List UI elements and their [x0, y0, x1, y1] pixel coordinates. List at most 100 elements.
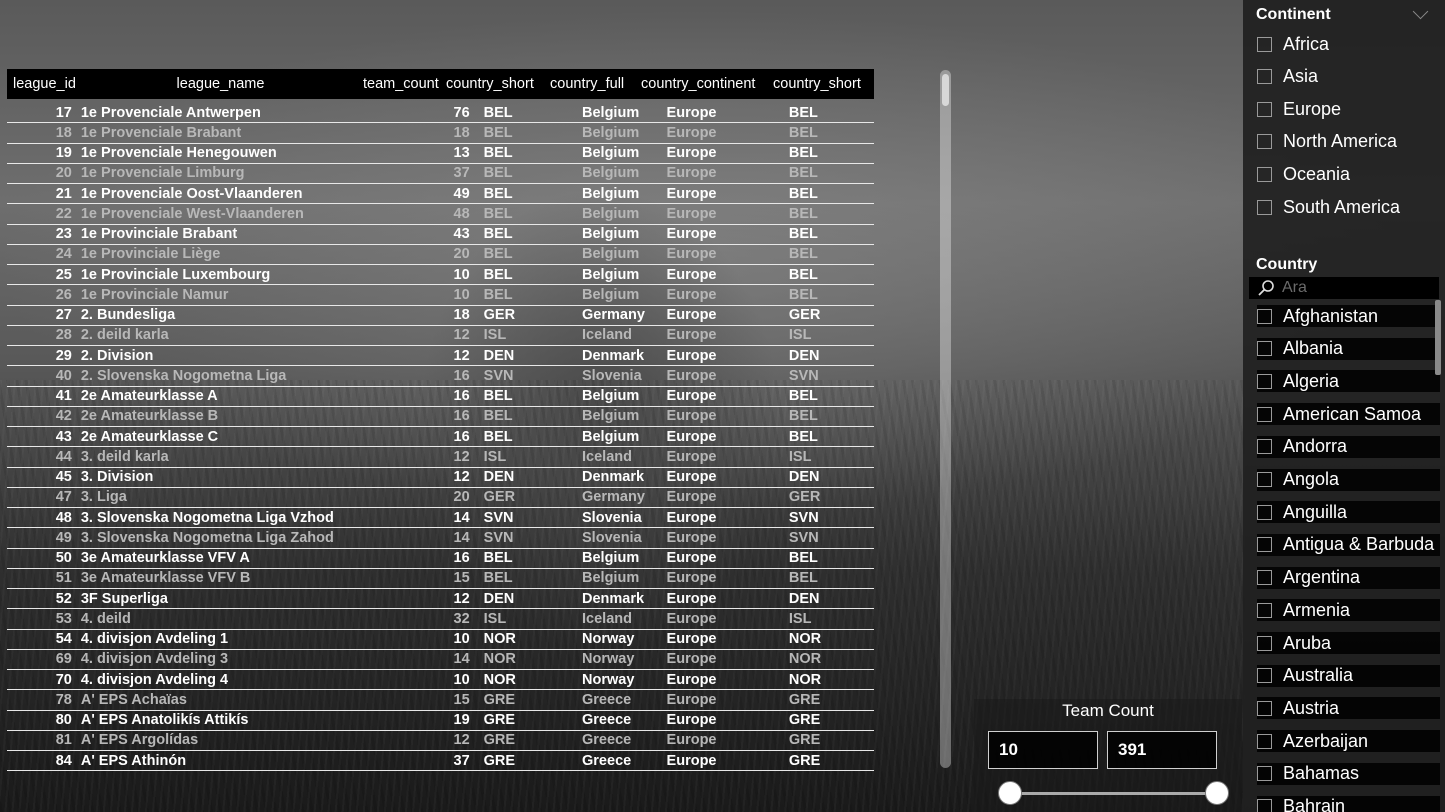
checkbox[interactable] [1257, 733, 1272, 749]
team-count-max-input[interactable]: 391 [1107, 731, 1217, 769]
table-row[interactable]: 54 4. divisjon Avdeling 1 10 NOR Norway Europ… [7, 630, 874, 650]
country-option[interactable]: American Samoa [1257, 402, 1421, 426]
cell-country-full: Belgium [582, 165, 640, 182]
country-list-scrollbar[interactable] [1435, 300, 1441, 375]
country-search-input[interactable]: Ara [1249, 277, 1439, 299]
continent-option[interactable]: North America [1257, 130, 1397, 154]
team-count-max-handle[interactable] [1205, 781, 1229, 805]
checkbox[interactable] [1257, 134, 1272, 150]
checkbox[interactable] [1257, 635, 1272, 651]
checkbox[interactable] [1257, 166, 1272, 182]
country-option[interactable]: Austria [1257, 696, 1339, 720]
table-row[interactable]: 78 A' EPS Achaïas 15 GRE Greece Europe GRE [7, 690, 874, 711]
table-row[interactable]: 42 2e Amateurklasse B 16 BEL Belgium Europe BE… [7, 407, 874, 427]
country-option[interactable]: Afghanistan [1257, 304, 1378, 328]
table-row[interactable]: 52 3F Superliga 12 DEN Denmark Europe DEN [7, 589, 874, 610]
checkbox[interactable] [1257, 308, 1272, 324]
header-team-count[interactable]: team_count [359, 76, 442, 92]
country-option[interactable]: Antigua & Barbuda [1257, 533, 1434, 557]
table-row[interactable]: 29 2. Division 12 DEN Denmark Europe DEN [7, 346, 874, 367]
table-row[interactable]: 19 1e Provenciale Henegouwen 13 BEL Belgium E… [7, 144, 874, 164]
checkbox[interactable] [1257, 199, 1272, 215]
country-option[interactable]: Anguilla [1257, 500, 1347, 524]
checkbox[interactable] [1257, 406, 1272, 422]
continent-option[interactable]: Africa [1257, 32, 1329, 56]
checkbox[interactable] [1257, 766, 1272, 782]
country-option[interactable]: Albania [1257, 337, 1343, 361]
continent-option[interactable]: Europe [1257, 97, 1341, 121]
cell-league-id: 27 [55, 307, 72, 324]
table-row[interactable]: 84 A' EPS Athinón 37 GRE Greece Europe GRE [7, 751, 874, 772]
table-row[interactable]: 21 1e Provenciale Oost-Vlaanderen 49 BEL Bel… [7, 184, 874, 205]
table-row[interactable]: 50 3e Amateurklasse VFV A 16 BEL Belgium Euro… [7, 549, 874, 569]
checkbox[interactable] [1257, 373, 1272, 389]
header-league-id[interactable]: league_id [7, 76, 82, 92]
table-row[interactable]: 51 3e Amateurklasse VFV B 15 BEL Belgium Euro… [7, 569, 874, 589]
checkbox[interactable] [1257, 101, 1272, 117]
header-country-continent[interactable]: country_continent [637, 76, 769, 92]
checkbox[interactable] [1257, 570, 1272, 586]
table-row[interactable]: 43 2e Amateurklasse C 16 BEL Belgium Europe BE… [7, 427, 874, 448]
country-option[interactable]: Andorra [1257, 435, 1347, 459]
table-row[interactable]: 28 2. deild karla 12 ISL Iceland Europe ISL [7, 326, 874, 346]
table-row[interactable]: 45 3. Division 12 DEN Denmark Europe DEN [7, 468, 874, 488]
team-count-min-handle[interactable] [998, 781, 1022, 805]
scrollbar-thumb[interactable] [942, 74, 949, 106]
header-country-full[interactable]: country_full [546, 76, 637, 92]
cell-team-count: 10 [453, 266, 470, 283]
country-option[interactable]: Angola [1257, 468, 1339, 492]
table-row[interactable]: 27 2. Bundesliga 18 GER Germany Europe GER [7, 306, 874, 326]
checkbox[interactable] [1257, 668, 1272, 684]
table-row[interactable]: 20 1e Provenciale Limburg 37 BEL Belgium Euro… [7, 164, 874, 184]
continent-option[interactable]: Asia [1257, 65, 1318, 89]
checkbox[interactable] [1257, 472, 1272, 487]
checkbox[interactable] [1257, 439, 1272, 455]
country-option[interactable]: Argentina [1257, 566, 1360, 590]
table-row[interactable]: 69 4. divisjon Avdeling 3 14 NOR Norway Europ… [7, 650, 874, 670]
country-option[interactable]: Aruba [1257, 631, 1331, 655]
team-count-min-input[interactable]: 10 [988, 731, 1098, 769]
table-row[interactable]: 24 1e Provinciale Liège 20 BEL Belgium Europe… [7, 245, 874, 265]
cell-country-short: BEL [483, 246, 513, 263]
table-row[interactable]: 70 4. divisjon Avdeling 4 10 NOR Norway Europ… [7, 670, 874, 691]
header-league-name[interactable]: league_name [82, 76, 359, 92]
header-country-short[interactable]: country_short [442, 76, 546, 92]
checkbox[interactable] [1257, 537, 1272, 553]
checkbox[interactable] [1257, 36, 1272, 52]
table-row[interactable]: 25 1e Provinciale Luxembourg 10 BEL Belgium E… [7, 265, 874, 286]
checkbox[interactable] [1257, 341, 1272, 357]
continent-option[interactable]: South America [1257, 195, 1400, 219]
team-count-slider-track[interactable] [1010, 792, 1218, 795]
table-row[interactable]: 48 3. Slovenska Nogometna Liga Vzhod 14 SVN… [7, 508, 874, 529]
table-row[interactable]: 40 2. Slovenska Nogometna Liga 16 SVN Sloven… [7, 366, 874, 387]
cell-league-name: 1e Provinciale Namur [80, 286, 229, 303]
continent-option[interactable]: Oceania [1257, 162, 1350, 186]
table-row[interactable]: 81 A' EPS Argolídas 12 GRE Greece Europe GRE [7, 731, 874, 751]
table-row[interactable]: 22 1e Provenciale West-Vlaanderen 48 BEL Bel… [7, 204, 874, 225]
table-row[interactable]: 80 A' EPS Anatolikís Attikís 19 GRE Greece Eu… [7, 711, 874, 731]
country-option[interactable]: Australia [1257, 664, 1353, 688]
country-option[interactable]: Bahamas [1257, 762, 1359, 786]
country-option[interactable]: Azerbaijan [1257, 729, 1368, 753]
country-option[interactable]: Algeria [1257, 369, 1339, 393]
table-row[interactable]: 47 3. Liga 20 GER Germany Europe GER [7, 488, 874, 508]
cell-team-count: 20 [453, 489, 470, 506]
table-scrollbar[interactable] [940, 70, 951, 768]
table-row[interactable]: 23 1e Provinciale Brabant 43 BEL Belgium Euro… [7, 225, 874, 245]
country-option[interactable]: Bahrain [1257, 795, 1345, 812]
table-row[interactable]: 49 3. Slovenska Nogometna Liga Zahod 14 SVN… [7, 528, 874, 549]
header-country-short-2[interactable]: country_short [769, 76, 865, 92]
table-row[interactable]: 53 4. deild 32 ISL Iceland Europe ISL [7, 609, 874, 630]
table-row[interactable]: 44 3. deild karla 12 ISL Iceland Europe ISL [7, 447, 874, 468]
country-option[interactable]: Armenia [1257, 598, 1350, 622]
checkbox[interactable] [1257, 799, 1272, 812]
table-row[interactable]: 26 1e Provinciale Namur 10 BEL Belgium Europe… [7, 285, 874, 306]
checkbox[interactable] [1257, 602, 1272, 618]
table-row[interactable]: 41 2e Amateurklasse A 16 BEL Belgium Europe BE… [7, 387, 874, 407]
chevron-down-icon[interactable] [1412, 3, 1429, 20]
checkbox[interactable] [1257, 69, 1272, 85]
checkbox[interactable] [1257, 504, 1272, 520]
checkbox[interactable] [1257, 700, 1272, 716]
table-row[interactable]: 18 1e Provenciale Brabant 18 BEL Belgium Euro… [7, 123, 874, 144]
table-row[interactable]: 17 1e Provenciale Antwerpen 76 BEL Belgium Eu… [7, 103, 874, 124]
